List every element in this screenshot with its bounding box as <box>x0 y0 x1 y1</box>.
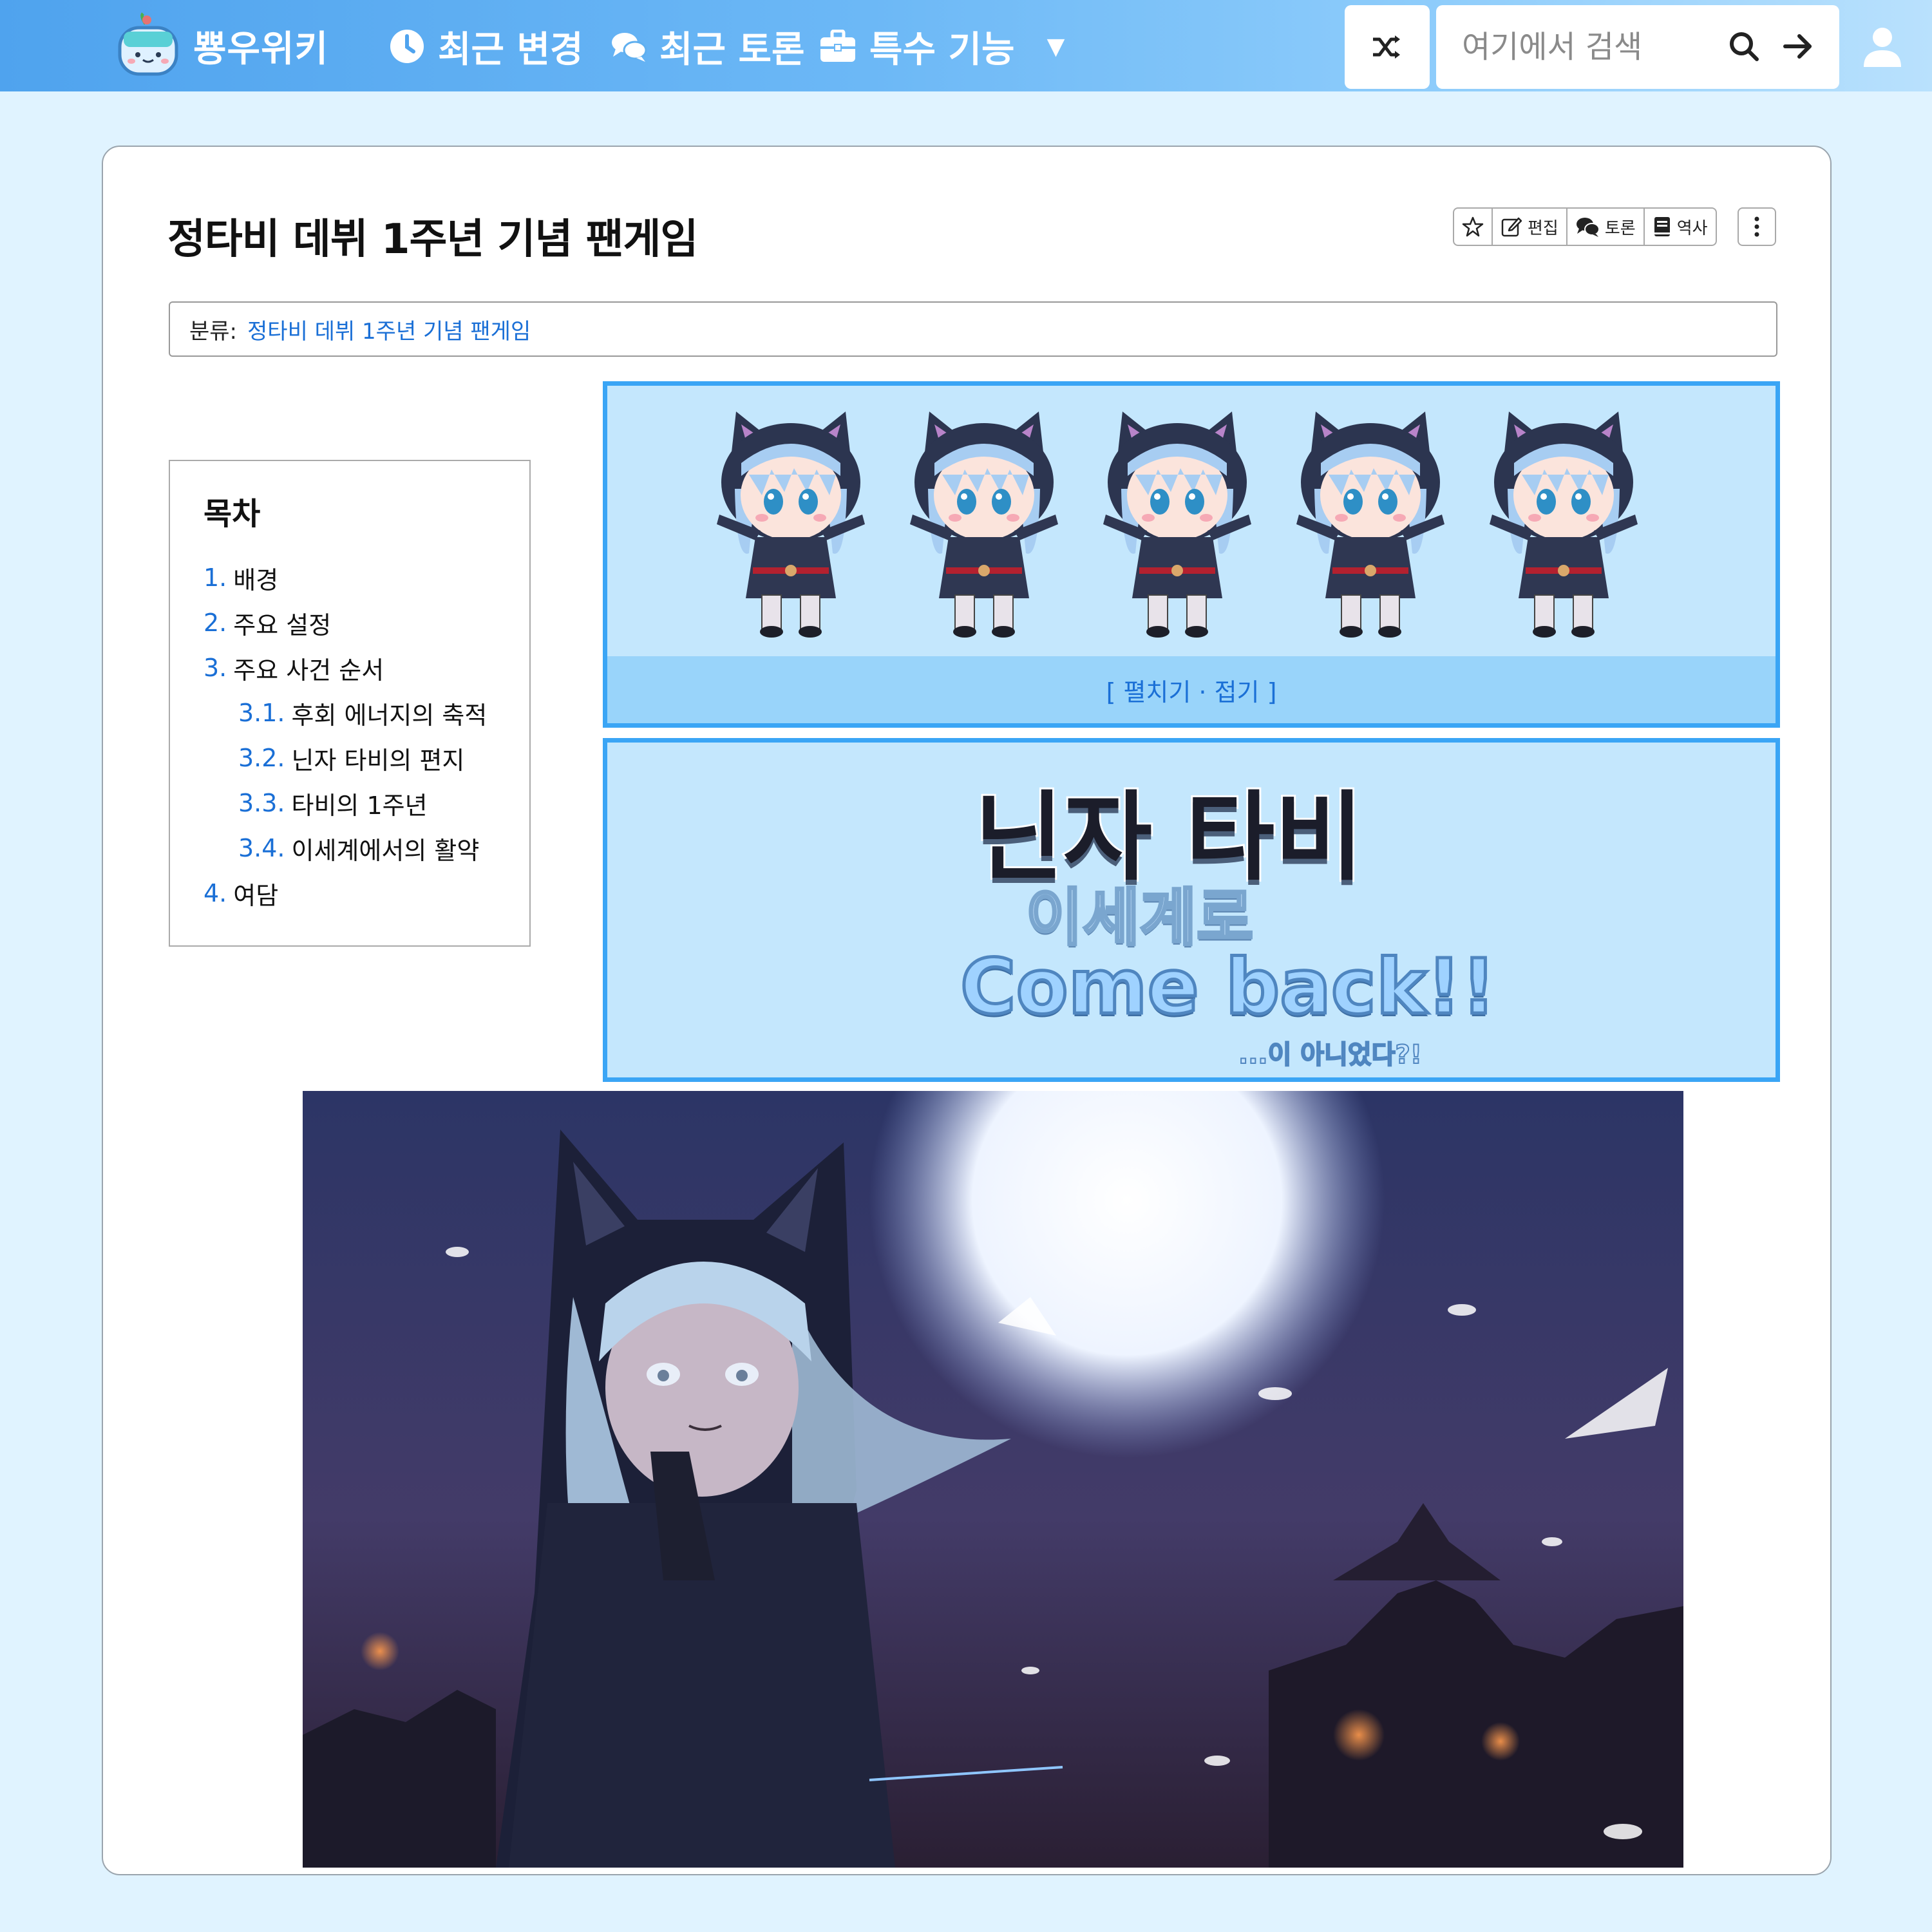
toc-title: 목차 <box>204 496 261 532</box>
category-link[interactable]: 정타비 데뷔 1주년 기념 팬게임 <box>247 314 531 345</box>
toc-number[interactable]: 1. <box>204 564 227 592</box>
briefcase-icon <box>820 30 855 62</box>
toc-item[interactable]: 4. 여담 <box>204 871 529 916</box>
brand-link[interactable]: 뿅우위키 <box>115 8 328 84</box>
toc-label: 주요 사건 순서 <box>233 656 384 685</box>
toc-label: 이세계에서의 활약 <box>291 836 480 865</box>
sprite-banner: [ 펼치기 · 접기 ] <box>603 381 1780 728</box>
discussion-icon <box>1576 218 1600 237</box>
toc-label: 닌자 타비의 편지 <box>291 746 465 775</box>
category-box: 분류: 정타비 데뷔 1주년 기념 팬게임 <box>169 301 1777 357</box>
toc-label: 주요 설정 <box>233 611 332 639</box>
history-label: 역사 <box>1676 218 1708 238</box>
history-icon <box>1654 217 1670 236</box>
article-actions: 편집 토론 역사 <box>1453 207 1717 246</box>
edit-icon <box>1501 217 1522 237</box>
random-page-button[interactable] <box>1345 5 1430 89</box>
toc-label: 타비의 1주년 <box>291 791 428 820</box>
toc-item[interactable]: 3.3. 타비의 1주년 <box>204 781 529 826</box>
chevron-down-icon: ▼ <box>1046 33 1065 60</box>
toc-number[interactable]: 3.3. <box>238 789 285 817</box>
toc-item[interactable]: 3.1. 후회 에너지의 축적 <box>204 690 529 735</box>
clock-icon <box>390 30 424 63</box>
toc-number[interactable]: 4. <box>204 879 227 907</box>
arrow-right-icon[interactable] <box>1781 30 1815 66</box>
chibi-sprites-image <box>716 411 1638 638</box>
key-art-image <box>303 1091 1683 1868</box>
toc-number[interactable]: 3.2. <box>238 744 285 772</box>
toc-item[interactable]: 1. 배경 <box>204 555 529 600</box>
toc-item[interactable]: 3. 주요 사건 순서 <box>204 645 529 690</box>
nav-recent-discussions[interactable]: 최근 토론 <box>611 23 805 71</box>
logo-title-comeback: Come back!! <box>959 941 1498 1033</box>
toc-number[interactable]: 2. <box>204 609 227 637</box>
search-input[interactable] <box>1462 15 1719 79</box>
category-label: 분류: <box>189 318 238 345</box>
title-logo-banner: 닌자 타비 이세계로 Come back!! ...이 아니었다?! <box>603 738 1780 1082</box>
toc-number[interactable]: 3.4. <box>238 834 285 862</box>
toc-item[interactable]: 3.4. 이세계에서의 활약 <box>204 826 529 871</box>
user-icon[interactable] <box>1861 26 1904 71</box>
shuffle-icon <box>1373 35 1400 59</box>
history-button[interactable]: 역사 <box>1645 209 1716 245</box>
chat-icon <box>612 33 647 62</box>
star-button[interactable] <box>1454 209 1493 245</box>
toc-item[interactable]: 2. 주요 설정 <box>204 600 529 645</box>
toc-item[interactable]: 3.2. 닌자 타비의 편지 <box>204 735 529 781</box>
nav-special-functions-label: 특수 기능 <box>869 28 1015 71</box>
toc-label: 여담 <box>233 881 279 910</box>
toc-number[interactable]: 3. <box>204 654 227 682</box>
edit-button[interactable]: 편집 <box>1493 209 1567 245</box>
nav-recent-changes[interactable]: 최근 변경 <box>389 23 583 71</box>
wiki-logo-icon <box>115 12 182 79</box>
more-vertical-icon[interactable] <box>1738 207 1776 246</box>
fold-toggle[interactable]: [ 펼치기 · 접기 ] <box>607 656 1776 723</box>
page-title: 정타비 데뷔 1주년 기념 팬게임 <box>167 216 698 263</box>
nav-recent-discussions-label: 최근 토론 <box>659 28 805 71</box>
top-navbar: 뿅우위키 최근 변경 최근 토론 특수 기능 ▼ <box>0 0 1932 91</box>
toc-number[interactable]: 3.1. <box>238 699 285 727</box>
search-icon[interactable] <box>1727 30 1761 66</box>
discussion-button[interactable]: 토론 <box>1567 209 1645 245</box>
logo-title-tagline: ...이 아니었다?! <box>1238 1039 1423 1070</box>
nav-special-functions[interactable]: 특수 기능 ▼ <box>819 23 1065 71</box>
article-card: 정타비 데뷔 1주년 기념 팬게임 편집 토론 역사 분류: 정타비 데뷔 1주… <box>102 146 1832 1875</box>
star-icon <box>1462 216 1484 237</box>
toc-label: 후회 에너지의 축적 <box>291 701 488 730</box>
nav-recent-changes-label: 최근 변경 <box>438 28 583 71</box>
edit-label: 편집 <box>1528 218 1558 238</box>
discussion-label: 토론 <box>1604 218 1636 238</box>
search-box <box>1436 5 1839 89</box>
brand-name: 뿅우위키 <box>193 28 329 70</box>
table-of-contents: 목차 1. 배경 2. 주요 설정 3. 주요 사건 순서 3.1. 후회 에너지의 축… <box>169 460 531 947</box>
toc-label: 배경 <box>233 565 279 594</box>
